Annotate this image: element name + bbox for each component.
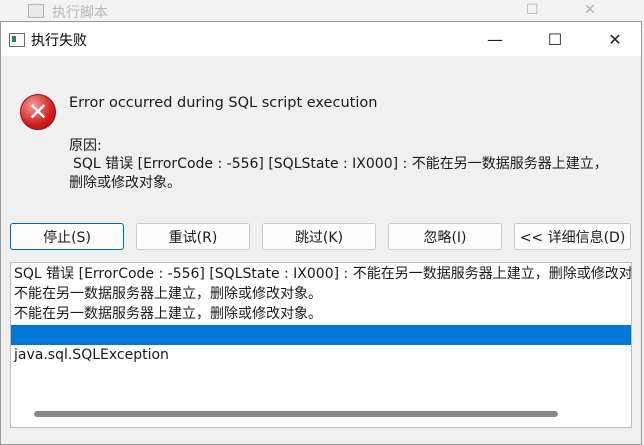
details-line: 不能在另一数据服务器上建立，删除或修改对象。 — [14, 306, 322, 322]
horizontal-scrollbar[interactable] — [34, 411, 558, 417]
details-line: 不能在另一数据服务器上建立，删除或修改对象。 — [14, 286, 322, 302]
details-selected-line[interactable] — [11, 325, 631, 345]
error-dialog: 执行失败 — ☐ ✕ ✕ Error occurred during SQL s… — [0, 21, 642, 445]
background-close-icon: ✕ — [584, 2, 596, 18]
error-message: Error occurred during SQL script executi… — [69, 95, 378, 111]
stop-button[interactable]: 停止(S) — [10, 223, 124, 250]
background-window-title: 执行脚本 — [52, 5, 108, 21]
error-icon: ✕ — [20, 94, 56, 130]
reason-text: SQL 错误 [ErrorCode : -556] [SQLState : IX… — [69, 156, 608, 191]
reason-label: 原因: — [69, 138, 102, 154]
background-window-icon — [28, 4, 44, 18]
close-button[interactable]: ✕ — [592, 22, 638, 56]
minimize-button[interactable]: — — [472, 22, 518, 56]
details-toggle-button[interactable]: << 详细信息(D) — [514, 223, 631, 250]
details-line: SQL 错误 [ErrorCode : -556] [SQLState : IX… — [14, 266, 632, 282]
maximize-button[interactable]: ☐ — [532, 22, 578, 56]
skip-button[interactable]: 跳过(K) — [262, 223, 376, 250]
app-icon — [9, 33, 25, 47]
background-maximize-icon: ☐ — [526, 2, 539, 18]
dialog-title: 执行失败 — [31, 33, 87, 49]
dialog-titlebar: 执行失败 — ☐ ✕ — [1, 22, 641, 56]
retry-button[interactable]: 重试(R) — [136, 223, 250, 250]
ignore-button[interactable]: 忽略(I) — [388, 223, 502, 250]
details-panel[interactable]: SQL 错误 [ErrorCode : -556] [SQLState : IX… — [10, 262, 632, 428]
details-line: java.sql.SQLException — [14, 347, 169, 363]
